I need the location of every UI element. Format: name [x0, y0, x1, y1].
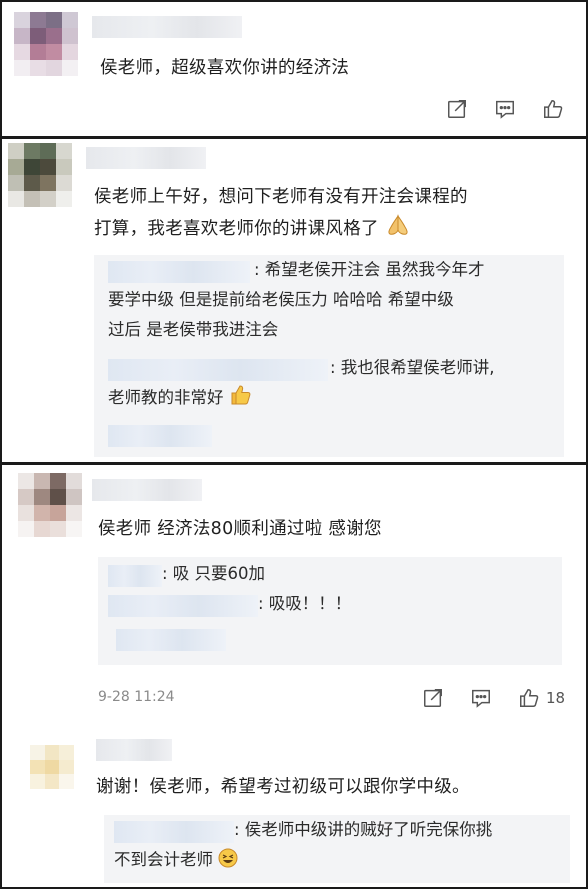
reply-text: : 侯老师中级讲的贼好了听完保你挑 [234, 820, 493, 839]
avatar[interactable] [14, 12, 78, 76]
thumbs-up-emoji-icon [229, 384, 253, 416]
comment-actions [420, 98, 564, 120]
username[interactable] [92, 479, 202, 501]
comment-text: 谢谢！侯老师，希望考过初级可以跟你学中级。 [96, 777, 470, 797]
username[interactable] [92, 16, 242, 38]
reply-text: : 希望老侯开注会 虽然我今年才 [254, 260, 485, 279]
reply-thread: : 侯老师中级讲的贼好了听完保你挑 不到会计老师 [104, 815, 570, 883]
laughing-emoji-icon [218, 848, 238, 878]
folded-hands-emoji-icon [385, 213, 411, 248]
comment-text-line1: 侯老师上午好，想问下老师有没有开注会课程的 [94, 187, 468, 207]
share-icon[interactable] [446, 98, 468, 120]
comment-actions: 18 [396, 687, 565, 709]
reply-text: 过后 是老侯带我进注会 [108, 320, 279, 339]
reply-username[interactable] [108, 565, 162, 587]
like-icon[interactable] [518, 687, 540, 709]
reply-text-row: 老师教的非常好 [108, 383, 253, 416]
comment-text-line2-row: 打算，我老喜欢老师你的讲课风格了 [94, 213, 411, 248]
reply-text: : 吸 只要60加 [162, 564, 266, 583]
reply-thread: : 吸 只要60加 : 吸吸！！！ [98, 557, 562, 665]
comment-card-2: 侯老师上午好，想问下老师有没有开注会课程的 打算，我老喜欢老师你的讲课风格了 :… [2, 139, 586, 462]
comment-text-line2: 打算，我老喜欢老师你的讲课风格了 [94, 219, 379, 239]
reply-text-row: 不到会计老师 [114, 845, 238, 878]
comment-icon[interactable] [494, 98, 516, 120]
avatar[interactable] [8, 143, 72, 207]
comment-icon[interactable] [470, 687, 492, 709]
avatar[interactable] [30, 745, 74, 789]
reply-text: 老师教的非常好 [108, 388, 224, 407]
comment-text: 侯老师 经济法80顺利通过啦 感谢您 [98, 519, 382, 539]
comment-time: 9-28 11:24 [98, 689, 175, 705]
like-icon[interactable] [542, 98, 564, 120]
username[interactable] [86, 147, 206, 169]
comment-text: 侯老师，超级喜欢你讲的经济法 [100, 58, 350, 78]
reply-username[interactable] [108, 261, 250, 283]
avatar[interactable] [18, 473, 82, 537]
reply-text: : 吸吸！！！ [258, 594, 352, 613]
username[interactable] [96, 739, 172, 761]
comment-card-1: 侯老师，超级喜欢你讲的经济法 [2, 2, 586, 136]
share-icon[interactable] [422, 687, 444, 709]
reply-username[interactable] [114, 821, 234, 843]
reply-username[interactable] [108, 359, 328, 381]
reply-text: 不到会计老师 [114, 850, 213, 869]
reply-thread: : 希望老侯开注会 虽然我今年才 要学中级 但是提前给老侯压力 哈哈哈 希望中级… [94, 255, 564, 457]
like-count: 18 [546, 689, 566, 707]
reply-username[interactable] [108, 595, 258, 617]
reply-text: : 我也很希望侯老师讲, [330, 358, 495, 377]
more-replies-link[interactable] [116, 629, 226, 651]
reply-text: 要学中级 但是提前给老侯压力 哈哈哈 希望中级 [108, 290, 454, 309]
more-replies-link[interactable] [108, 425, 212, 447]
comment-card-3: 侯老师 经济法80顺利通过啦 感谢您 : 吸 只要60加 : 吸吸！！！ 9-2… [2, 465, 586, 887]
